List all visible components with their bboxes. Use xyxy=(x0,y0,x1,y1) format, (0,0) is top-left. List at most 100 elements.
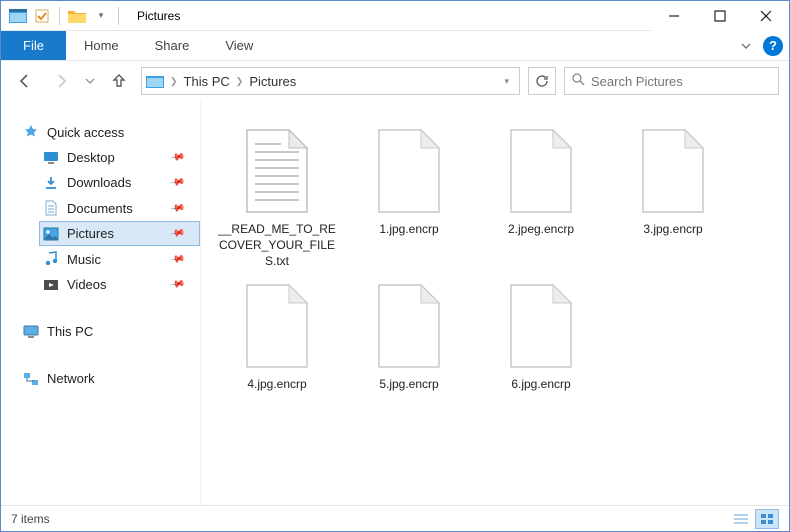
file-item[interactable]: 3.jpg.encrp xyxy=(607,121,739,276)
minimize-button[interactable] xyxy=(651,1,697,31)
tree-quick-access[interactable]: Quick access xyxy=(19,119,200,145)
tree-label: Network xyxy=(47,371,95,386)
file-item[interactable]: 5.jpg.encrp xyxy=(343,276,475,431)
navbar: ❯ This PC ❯ Pictures ▾ xyxy=(1,61,789,101)
tab-share[interactable]: Share xyxy=(137,31,208,60)
tree-group-network: Network xyxy=(19,366,200,391)
breadcrumb-label: This PC xyxy=(184,74,230,89)
network-icon xyxy=(22,372,40,386)
window-controls xyxy=(651,1,789,31)
tree-this-pc[interactable]: This PC xyxy=(19,319,200,344)
ribbon: File Home Share View ? xyxy=(1,31,789,61)
file-icon xyxy=(500,280,582,372)
qat: ▾ xyxy=(1,7,129,25)
item-count: 7 items xyxy=(11,512,50,526)
file-icon xyxy=(500,125,582,217)
window-title: Pictures xyxy=(137,9,651,23)
back-button[interactable] xyxy=(11,67,39,95)
addressbar-dropdown-icon[interactable]: ▾ xyxy=(504,76,509,87)
file-item[interactable]: __READ_ME_TO_RECOVER_YOUR_FILES.txt xyxy=(211,121,343,276)
sidebar-item-pictures[interactable]: Pictures 📌 xyxy=(39,221,200,246)
view-details-button[interactable] xyxy=(729,509,753,529)
sidebar-item-label: Documents xyxy=(67,201,133,216)
sidebar-item-documents[interactable]: Documents 📌 xyxy=(39,195,200,221)
pc-icon xyxy=(22,325,40,339)
pin-icon: 📌 xyxy=(169,200,186,216)
file-icon xyxy=(236,280,318,372)
history-dropdown-icon[interactable] xyxy=(83,67,97,95)
sidebar-item-desktop[interactable]: Desktop📌 xyxy=(39,145,200,170)
tree-network[interactable]: Network xyxy=(19,366,200,391)
nav-pane: Quick access Desktop📌Downloads📌Documents… xyxy=(1,101,201,505)
file-icon xyxy=(236,125,318,217)
file-name-label: 2.jpeg.encrp xyxy=(504,221,578,237)
up-button[interactable] xyxy=(105,67,133,95)
pin-icon: 📌 xyxy=(169,149,186,165)
chevron-right-icon[interactable]: ❯ xyxy=(170,76,178,87)
sidebar-item-music[interactable]: Music 📌 xyxy=(39,246,200,272)
chevron-right-icon[interactable]: ❯ xyxy=(236,76,244,87)
close-button[interactable] xyxy=(743,1,789,31)
pin-icon: 📌 xyxy=(169,276,186,292)
search-input[interactable] xyxy=(591,74,772,89)
tree-group-quickaccess: Quick access Desktop📌Downloads📌Documents… xyxy=(19,119,200,297)
desktop-icon xyxy=(42,151,60,165)
help-button[interactable]: ? xyxy=(763,36,783,56)
separator xyxy=(118,7,119,25)
pictures-icon xyxy=(42,227,60,241)
file-name-label: __READ_ME_TO_RECOVER_YOUR_FILES.txt xyxy=(211,221,343,270)
folder-icon[interactable] xyxy=(68,7,86,25)
status-bar: 7 items xyxy=(1,505,789,531)
documents-icon xyxy=(42,200,60,216)
sidebar-item-label: Downloads xyxy=(67,175,131,190)
separator xyxy=(59,7,60,25)
search-icon xyxy=(571,72,585,91)
downloads-icon xyxy=(42,176,60,190)
file-list[interactable]: __READ_ME_TO_RECOVER_YOUR_FILES.txt 1.jp… xyxy=(201,101,789,505)
refresh-button[interactable] xyxy=(528,67,556,95)
file-item[interactable]: 6.jpg.encrp xyxy=(475,276,607,431)
file-item[interactable]: 1.jpg.encrp xyxy=(343,121,475,276)
sidebar-item-downloads[interactable]: Downloads 📌 xyxy=(39,170,200,195)
tree-label: Quick access xyxy=(47,125,124,140)
file-name-label: 6.jpg.encrp xyxy=(507,376,574,392)
tab-home[interactable]: Home xyxy=(66,31,137,60)
file-name-label: 1.jpg.encrp xyxy=(375,221,442,237)
view-large-icons-button[interactable] xyxy=(755,509,779,529)
search-box[interactable] xyxy=(564,67,779,95)
file-icon xyxy=(632,125,714,217)
qat-dropdown-icon[interactable]: ▾ xyxy=(92,7,110,25)
file-name-label: 4.jpg.encrp xyxy=(243,376,310,392)
pin-icon: 📌 xyxy=(169,225,186,241)
file-tab[interactable]: File xyxy=(1,31,66,60)
file-name-label: 5.jpg.encrp xyxy=(375,376,442,392)
file-icon xyxy=(368,280,450,372)
sidebar-item-videos[interactable]: Videos 📌 xyxy=(39,272,200,297)
maximize-button[interactable] xyxy=(697,1,743,31)
address-bar[interactable]: ❯ This PC ❯ Pictures ▾ xyxy=(141,67,520,95)
tab-view[interactable]: View xyxy=(207,31,271,60)
pin-icon: 📌 xyxy=(169,174,186,190)
body: Quick access Desktop📌Downloads📌Documents… xyxy=(1,101,789,505)
title-bar: ▾ Pictures xyxy=(1,1,789,31)
breadcrumb-item-thispc[interactable]: This PC ❯ xyxy=(184,74,244,89)
pin-icon: 📌 xyxy=(169,251,186,267)
breadcrumb-item-pictures[interactable]: Pictures xyxy=(249,74,296,89)
file-name-label: 3.jpg.encrp xyxy=(639,221,706,237)
sidebar-item-label: Pictures xyxy=(67,226,114,241)
tree-group-thispc: This PC xyxy=(19,319,200,344)
file-icon xyxy=(368,125,450,217)
videos-icon xyxy=(42,278,60,292)
sidebar-item-label: Videos xyxy=(67,277,107,292)
breadcrumb-label: Pictures xyxy=(249,74,296,89)
file-item[interactable]: 4.jpg.encrp xyxy=(211,276,343,431)
sidebar-item-label: Music xyxy=(67,252,101,267)
music-icon xyxy=(42,251,60,267)
forward-button[interactable] xyxy=(47,67,75,95)
quickbar-icon-1[interactable] xyxy=(33,7,51,25)
ribbon-expand-icon[interactable] xyxy=(735,40,757,52)
explorer-window: ▾ Pictures File Home Share View ? xyxy=(0,0,790,532)
file-item[interactable]: 2.jpeg.encrp xyxy=(475,121,607,276)
star-icon xyxy=(22,124,40,140)
tree-label: This PC xyxy=(47,324,93,339)
